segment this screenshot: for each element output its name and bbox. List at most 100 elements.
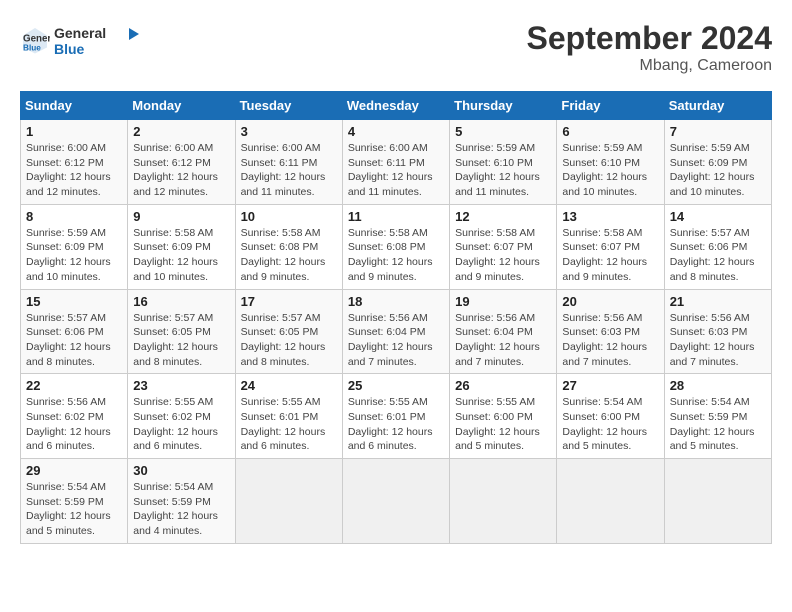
day-info: Sunrise: 5:57 AM Sunset: 6:05 PM Dayligh… [241, 311, 337, 370]
day-number: 15 [26, 294, 122, 309]
logo-svg: General Blue [54, 20, 144, 60]
day-number: 19 [455, 294, 551, 309]
day-number: 27 [562, 378, 658, 393]
day-info: Sunrise: 5:56 AM Sunset: 6:02 PM Dayligh… [26, 395, 122, 454]
day-number: 5 [455, 124, 551, 139]
day-number: 26 [455, 378, 551, 393]
calendar-cell: 6 Sunrise: 5:59 AM Sunset: 6:10 PM Daylig… [557, 120, 664, 205]
day-number: 20 [562, 294, 658, 309]
day-info: Sunrise: 5:58 AM Sunset: 6:07 PM Dayligh… [562, 226, 658, 285]
logo-icon: General Blue [20, 25, 50, 55]
calendar-cell: 23 Sunrise: 5:55 AM Sunset: 6:02 PM Dayli… [128, 374, 235, 459]
calendar-cell: 2Sunrise: 6:00 AM Sunset: 6:12 PM Daylig… [128, 120, 235, 205]
calendar-cell: 25Sunrise: 5:55 AM Sunset: 6:01 PM Dayli… [342, 374, 449, 459]
day-number: 1 [26, 124, 122, 139]
calendar-cell: 9Sunrise: 5:58 AM Sunset: 6:09 PM Daylig… [128, 204, 235, 289]
day-info: Sunrise: 5:54 AM Sunset: 5:59 PM Dayligh… [670, 395, 766, 454]
day-info: Sunrise: 5:58 AM Sunset: 6:08 PM Dayligh… [241, 226, 337, 285]
day-number: 12 [455, 209, 551, 224]
calendar-cell: 3 Sunrise: 6:00 AM Sunset: 6:11 PM Daylig… [235, 120, 342, 205]
calendar-cell: 5 Sunrise: 5:59 AM Sunset: 6:10 PM Daylig… [450, 120, 557, 205]
calendar-cell: 21 Sunrise: 5:56 AM Sunset: 6:03 PM Dayli… [664, 289, 771, 374]
calendar-cell: 14Sunrise: 5:57 AM Sunset: 6:06 PM Dayli… [664, 204, 771, 289]
day-info: Sunrise: 5:55 AM Sunset: 6:01 PM Dayligh… [241, 395, 337, 454]
day-info: Sunrise: 5:54 AM Sunset: 6:00 PM Dayligh… [562, 395, 658, 454]
day-info: Sunrise: 5:58 AM Sunset: 6:08 PM Dayligh… [348, 226, 444, 285]
calendar-cell: 29Sunrise: 5:54 AM Sunset: 5:59 PM Dayli… [21, 459, 128, 544]
month-title: September 2024 [527, 20, 772, 57]
calendar-cell: 26 Sunrise: 5:55 AM Sunset: 6:00 PM Dayli… [450, 374, 557, 459]
header: General Blue General Blue September 2024… [20, 20, 772, 75]
col-wednesday: Wednesday [342, 92, 449, 120]
col-monday: Monday [128, 92, 235, 120]
calendar-cell: 20Sunrise: 5:56 AM Sunset: 6:03 PM Dayli… [557, 289, 664, 374]
day-number: 7 [670, 124, 766, 139]
day-number: 6 [562, 124, 658, 139]
calendar-week-4: 22 Sunrise: 5:56 AM Sunset: 6:02 PM Dayli… [21, 374, 772, 459]
calendar-cell: 4 Sunrise: 6:00 AM Sunset: 6:11 PM Daylig… [342, 120, 449, 205]
calendar-cell: 28Sunrise: 5:54 AM Sunset: 5:59 PM Dayli… [664, 374, 771, 459]
day-number: 24 [241, 378, 337, 393]
svg-text:General: General [54, 25, 106, 41]
calendar-cell: 7 Sunrise: 5:59 AM Sunset: 6:09 PM Daylig… [664, 120, 771, 205]
calendar-header-row: Sunday Monday Tuesday Wednesday Thursday… [21, 92, 772, 120]
calendar-cell: 11 Sunrise: 5:58 AM Sunset: 6:08 PM Dayli… [342, 204, 449, 289]
day-info: Sunrise: 5:57 AM Sunset: 6:06 PM Dayligh… [26, 311, 122, 370]
day-info: Sunrise: 6:00 AM Sunset: 6:11 PM Dayligh… [348, 141, 444, 200]
title-area: September 2024 Mbang, Cameroon [527, 20, 772, 75]
day-info: Sunrise: 6:00 AM Sunset: 6:11 PM Dayligh… [241, 141, 337, 200]
calendar-week-2: 8Sunrise: 5:59 AM Sunset: 6:09 PM Daylig… [21, 204, 772, 289]
day-info: Sunrise: 5:54 AM Sunset: 5:59 PM Dayligh… [133, 480, 229, 539]
day-info: Sunrise: 6:00 AM Sunset: 6:12 PM Dayligh… [26, 141, 122, 200]
calendar-cell: 1 Sunrise: 6:00 AM Sunset: 6:12 PM Daylig… [21, 120, 128, 205]
day-number: 10 [241, 209, 337, 224]
calendar-cell [450, 459, 557, 544]
day-number: 11 [348, 209, 444, 224]
day-info: Sunrise: 5:58 AM Sunset: 6:07 PM Dayligh… [455, 226, 551, 285]
day-info: Sunrise: 5:59 AM Sunset: 6:09 PM Dayligh… [26, 226, 122, 285]
col-friday: Friday [557, 92, 664, 120]
calendar-cell: 30 Sunrise: 5:54 AM Sunset: 5:59 PM Dayli… [128, 459, 235, 544]
calendar-cell: 10 Sunrise: 5:58 AM Sunset: 6:08 PM Dayli… [235, 204, 342, 289]
calendar-cell: 13Sunrise: 5:58 AM Sunset: 6:07 PM Dayli… [557, 204, 664, 289]
day-number: 23 [133, 378, 229, 393]
calendar-cell [557, 459, 664, 544]
svg-text:Blue: Blue [54, 41, 85, 57]
col-tuesday: Tuesday [235, 92, 342, 120]
day-number: 22 [26, 378, 122, 393]
col-saturday: Saturday [664, 92, 771, 120]
logo: General Blue General Blue [20, 20, 144, 60]
day-number: 9 [133, 209, 229, 224]
calendar-cell: 22 Sunrise: 5:56 AM Sunset: 6:02 PM Dayli… [21, 374, 128, 459]
day-number: 3 [241, 124, 337, 139]
day-number: 21 [670, 294, 766, 309]
day-number: 30 [133, 463, 229, 478]
location: Mbang, Cameroon [527, 57, 772, 75]
calendar-cell: 12 Sunrise: 5:58 AM Sunset: 6:07 PM Dayli… [450, 204, 557, 289]
day-number: 17 [241, 294, 337, 309]
day-number: 4 [348, 124, 444, 139]
day-info: Sunrise: 5:55 AM Sunset: 6:02 PM Dayligh… [133, 395, 229, 454]
svg-text:Blue: Blue [23, 44, 41, 53]
calendar-cell: 15 Sunrise: 5:57 AM Sunset: 6:06 PM Dayli… [21, 289, 128, 374]
calendar-cell [235, 459, 342, 544]
calendar-cell [342, 459, 449, 544]
day-number: 16 [133, 294, 229, 309]
calendar-cell: 8Sunrise: 5:59 AM Sunset: 6:09 PM Daylig… [21, 204, 128, 289]
calendar-cell: 19Sunrise: 5:56 AM Sunset: 6:04 PM Dayli… [450, 289, 557, 374]
calendar-week-5: 29Sunrise: 5:54 AM Sunset: 5:59 PM Dayli… [21, 459, 772, 544]
day-info: Sunrise: 5:59 AM Sunset: 6:10 PM Dayligh… [562, 141, 658, 200]
day-info: Sunrise: 5:56 AM Sunset: 6:04 PM Dayligh… [348, 311, 444, 370]
calendar-table: Sunday Monday Tuesday Wednesday Thursday… [20, 91, 772, 544]
calendar-cell: 16 Sunrise: 5:57 AM Sunset: 6:05 PM Dayli… [128, 289, 235, 374]
calendar-cell: 24 Sunrise: 5:55 AM Sunset: 6:01 PM Dayli… [235, 374, 342, 459]
day-info: Sunrise: 5:59 AM Sunset: 6:09 PM Dayligh… [670, 141, 766, 200]
day-info: Sunrise: 5:55 AM Sunset: 6:01 PM Dayligh… [348, 395, 444, 454]
calendar-cell: 18Sunrise: 5:56 AM Sunset: 6:04 PM Dayli… [342, 289, 449, 374]
day-info: Sunrise: 5:55 AM Sunset: 6:00 PM Dayligh… [455, 395, 551, 454]
calendar-cell [664, 459, 771, 544]
day-info: Sunrise: 5:59 AM Sunset: 6:10 PM Dayligh… [455, 141, 551, 200]
calendar-cell: 27 Sunrise: 5:54 AM Sunset: 6:00 PM Dayli… [557, 374, 664, 459]
day-info: Sunrise: 5:57 AM Sunset: 6:05 PM Dayligh… [133, 311, 229, 370]
day-info: Sunrise: 5:56 AM Sunset: 6:03 PM Dayligh… [670, 311, 766, 370]
